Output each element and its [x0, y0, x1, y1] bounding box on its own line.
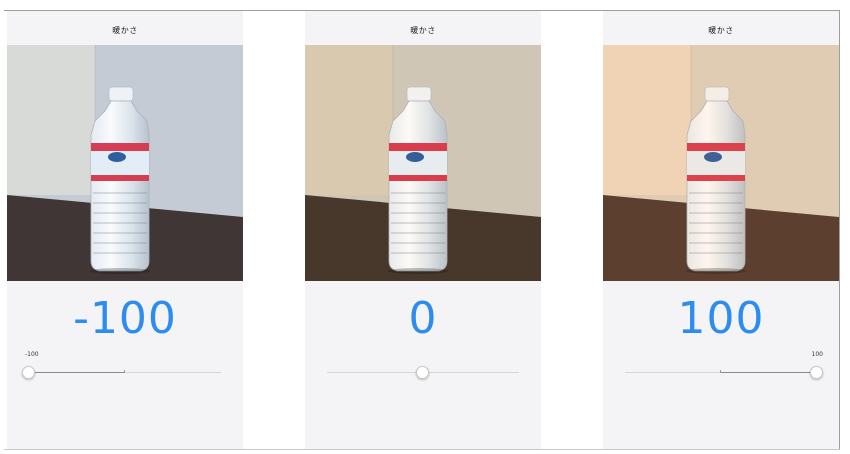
slider-center-tick	[720, 370, 721, 373]
color-temperature-overlay	[603, 45, 839, 281]
slider-thumb[interactable]	[810, 366, 823, 379]
panel-title: 暖かさ	[410, 26, 436, 35]
warmth-value: -100	[73, 293, 177, 344]
warmth-slider[interactable]	[323, 365, 523, 381]
warmth-slider[interactable]	[621, 365, 823, 381]
frame-border-right	[839, 10, 840, 450]
bottle-photo	[603, 45, 839, 281]
color-temperature-overlay	[7, 45, 243, 281]
frame-border-bottom	[4, 449, 840, 450]
warmth-panel-plus-100: 暖かさ 100 100	[603, 11, 839, 449]
warmth-value: 100	[677, 293, 765, 344]
slider-center-tick	[124, 370, 125, 373]
slider-thumb[interactable]	[22, 366, 35, 379]
slider-fill	[29, 372, 125, 373]
slider-fill	[721, 372, 817, 373]
bottle-photo	[7, 45, 243, 281]
comparison-figure: 暖かさ -100 -100 暖かさ 0 暖かさ 100 100	[0, 0, 850, 454]
warmth-value: 0	[408, 293, 438, 344]
slider-min-label: -100	[25, 351, 39, 358]
bottle-photo	[305, 45, 541, 281]
color-temperature-overlay	[305, 45, 541, 281]
warmth-slider[interactable]	[22, 365, 225, 381]
slider-thumb[interactable]	[416, 366, 429, 379]
warmth-panel-0: 暖かさ 0	[305, 11, 541, 449]
panel-title: 暖かさ	[112, 26, 138, 35]
warmth-panel-minus-100: 暖かさ -100 -100	[7, 11, 243, 449]
slider-max-label: 100	[811, 351, 823, 358]
panel-title: 暖かさ	[708, 26, 734, 35]
